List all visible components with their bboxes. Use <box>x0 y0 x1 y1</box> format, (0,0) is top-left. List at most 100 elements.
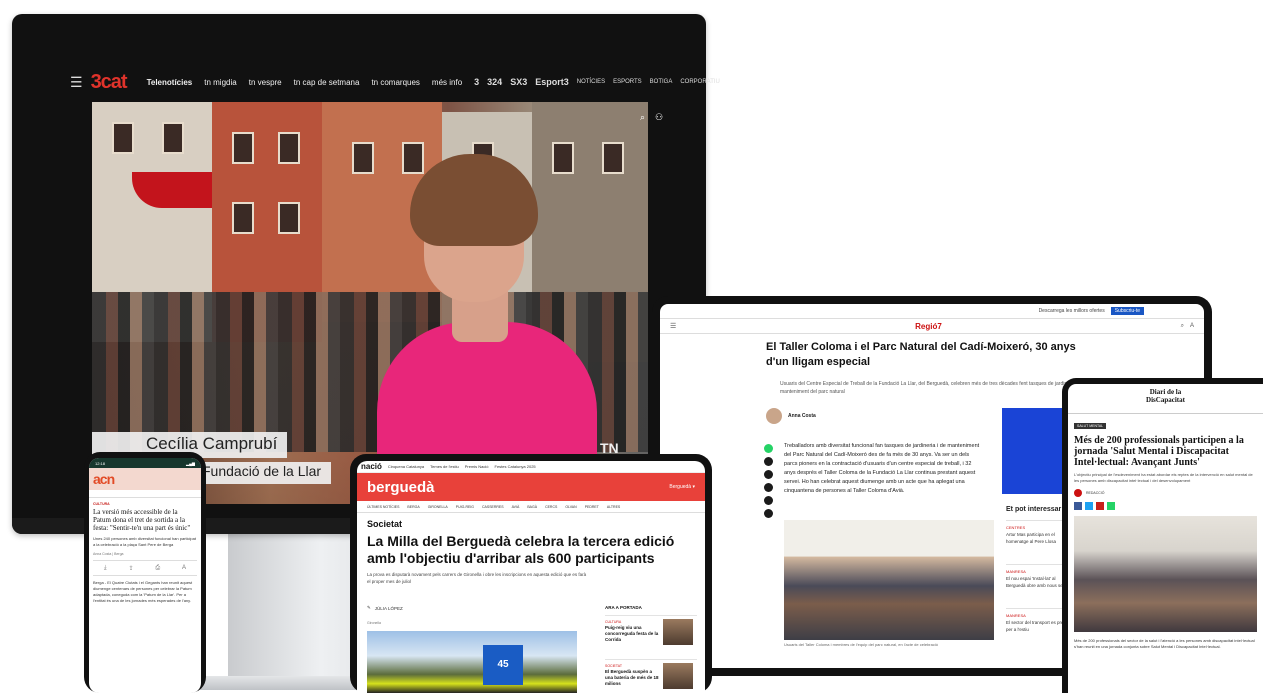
share-icon[interactable]: ⇪ <box>128 565 133 572</box>
video-top-icons: ⌕ ⚇ <box>640 112 663 123</box>
author-name[interactable]: Anna Costa <box>788 413 816 419</box>
link-esports[interactable]: ESPORTS <box>613 79 642 85</box>
status-bar: 12:18 ▂▄▆ <box>89 458 201 468</box>
menu-item[interactable]: ALTRES <box>607 505 620 509</box>
acn-phone: 12:18 ▂▄▆ acn CULTURA La versió més acce… <box>84 452 206 693</box>
subscribe-button[interactable]: Subscriu-te <box>1110 307 1144 315</box>
nav-item-mes-info[interactable]: més info <box>432 78 462 87</box>
channel-324[interactable]: 324 <box>487 77 502 87</box>
acn-screen: 12:18 ▂▄▆ acn CULTURA La versió més acce… <box>89 458 201 693</box>
regio7-logo[interactable]: Regió7 <box>915 322 942 331</box>
diari-logo[interactable]: Diari de la DisCapacitat <box>1068 384 1263 404</box>
font-size-icon[interactable]: A <box>182 565 186 571</box>
whatsapp-icon[interactable] <box>1107 502 1115 510</box>
3cat-logo[interactable]: 3cat <box>91 71 128 94</box>
nacio-top-link[interactable]: Temes de l'estiu <box>430 464 459 469</box>
acn-section[interactable]: CULTURA <box>93 502 197 506</box>
pinterest-icon[interactable] <box>1096 502 1104 510</box>
menu-item[interactable]: OLVAN <box>565 505 576 509</box>
related-tag: MANRESA <box>1006 613 1026 618</box>
aside-headline: Puig-reig viu una concorreguda festa de … <box>605 625 659 642</box>
nacio-lead: La prova es disputarà novament pels carr… <box>367 572 587 584</box>
diari-tag[interactable]: SALUT MENTAL <box>1074 423 1107 429</box>
menu-icon[interactable]: ☰ <box>670 322 676 330</box>
link-icon[interactable] <box>764 496 773 505</box>
menu-icon[interactable]: ☰ <box>70 74 83 91</box>
facebook-icon[interactable] <box>1074 502 1082 510</box>
menu-item[interactable]: AVIÀ <box>512 505 520 509</box>
x-icon[interactable] <box>764 470 773 479</box>
aside-text: SOCIETAT El Berguedà suspèn a una bateri… <box>605 663 659 693</box>
nacio-top-link[interactable]: Cinquena Catalunya <box>388 464 424 469</box>
menu-item[interactable]: PUIG-REIG <box>456 505 474 509</box>
author-block: Anna Costa <box>766 408 816 424</box>
product-showcase: ☰ 3cat Telenotícies tn migdia tn vespre … <box>0 0 1263 693</box>
nacio-top-link[interactable]: Festes Catalunya 2025 <box>495 464 536 469</box>
link-botiga[interactable]: BOTIGA <box>650 79 673 85</box>
acn-tools: ⤓ ⇪ ⎙ A <box>93 560 197 576</box>
photo-caption: Usuaris del Taller Coloma i membres de l… <box>784 642 938 647</box>
channel-3[interactable]: 3 <box>474 77 479 87</box>
font-size-icon[interactable]: A <box>1190 323 1194 329</box>
twitter-icon[interactable] <box>1085 502 1093 510</box>
nacio-top-link[interactable]: Premis Nació <box>465 464 489 469</box>
window <box>352 142 374 174</box>
aside-text: CULTURA Puig-reig viu una concorreguda f… <box>605 619 659 659</box>
nav-item-tn-cap-de-setmana[interactable]: tn cap de setmana <box>294 78 360 87</box>
window <box>278 132 300 164</box>
nav-item-tn-migdia[interactable]: tn migdia <box>204 78 236 87</box>
download-icon[interactable]: ⤓ <box>104 565 107 572</box>
nacio-logo[interactable]: nació <box>361 462 382 471</box>
nacio-section[interactable]: Societat <box>367 519 695 529</box>
acn-lead: Unes 240 persones amb diversitat funcion… <box>93 536 196 547</box>
nav-item-tn-vespre[interactable]: tn vespre <box>249 78 282 87</box>
facebook-icon[interactable] <box>764 457 773 466</box>
diari-logo-line1: Diari de la <box>1149 388 1182 396</box>
nacio-photo <box>367 631 577 693</box>
print-icon[interactable]: ⎙ <box>155 565 160 572</box>
nav-item-tn-comarques[interactable]: tn comarques <box>371 78 419 87</box>
whatsapp-icon[interactable] <box>764 444 773 453</box>
channel-sx3[interactable]: SX3 <box>510 77 527 87</box>
menu-item[interactable]: GIRONELLA <box>428 505 448 509</box>
acn-header: acn <box>89 468 201 490</box>
region-select[interactable]: Berguedà ▾ <box>669 484 695 490</box>
aside-item[interactable]: SOCIETAT El Berguedà suspèn a una bateri… <box>605 659 697 693</box>
nav-item-telenoticies[interactable]: Telenotícies <box>147 78 193 87</box>
menu-item[interactable]: BERGA <box>407 505 419 509</box>
menu-item[interactable]: BAGÀ <box>527 505 537 509</box>
menu-item[interactable]: CASSERRES <box>482 505 504 509</box>
menu-item[interactable]: PEDRET <box>585 505 599 509</box>
author-icon: ✎ <box>367 605 371 610</box>
window <box>402 142 424 174</box>
acn-menu[interactable] <box>89 490 201 498</box>
email-icon[interactable] <box>764 483 773 492</box>
menu-item[interactable]: CERCS <box>545 505 557 509</box>
aside-list: CULTURA Puig-reig viu una concorreguda f… <box>605 615 697 693</box>
nacio-byline: ✎ JÚLIA LÓPEZ <box>367 605 403 611</box>
link-noticies[interactable]: NOTÍCIES <box>577 79 605 85</box>
search-icon[interactable]: ⌕ <box>1181 323 1184 330</box>
user-icon[interactable]: ⚇ <box>655 112 663 123</box>
nacio-title: La Milla del Berguedà celebra la tercera… <box>367 533 675 566</box>
diari-author-name[interactable]: REDACCIÓ <box>1086 491 1104 495</box>
diari-photo <box>1074 516 1257 632</box>
channel-esport3[interactable]: Esport3 <box>535 77 569 87</box>
diari-author: REDACCIÓ <box>1074 489 1257 497</box>
window <box>162 122 184 154</box>
related-tag: CENTRES <box>1006 525 1026 530</box>
video-player[interactable]: Cecília Camprubí Fundació de la Llar TN <box>92 102 648 504</box>
acn-logo[interactable]: acn <box>93 471 115 487</box>
bookmark-icon[interactable] <box>764 509 773 518</box>
bergueda-logo[interactable]: berguedà <box>367 479 435 496</box>
offers-text: Descarrega les millors ofertes <box>1038 308 1105 314</box>
menu-item[interactable]: ÚLTIMES NOTÍCIES <box>367 505 399 509</box>
photo-badge: 45 <box>483 645 523 685</box>
aside-thumb <box>663 663 693 689</box>
search-icon[interactable]: ⌕ <box>640 112 645 123</box>
nacio-author[interactable]: JÚLIA LÓPEZ <box>375 606 403 611</box>
aside-item[interactable]: CULTURA Puig-reig viu una concorreguda f… <box>605 615 697 659</box>
link-corporatiu[interactable]: CORPORATIU <box>680 79 720 85</box>
regio7-header: ☰ Regió7 ⌕ A <box>660 318 1204 334</box>
window <box>232 202 254 234</box>
